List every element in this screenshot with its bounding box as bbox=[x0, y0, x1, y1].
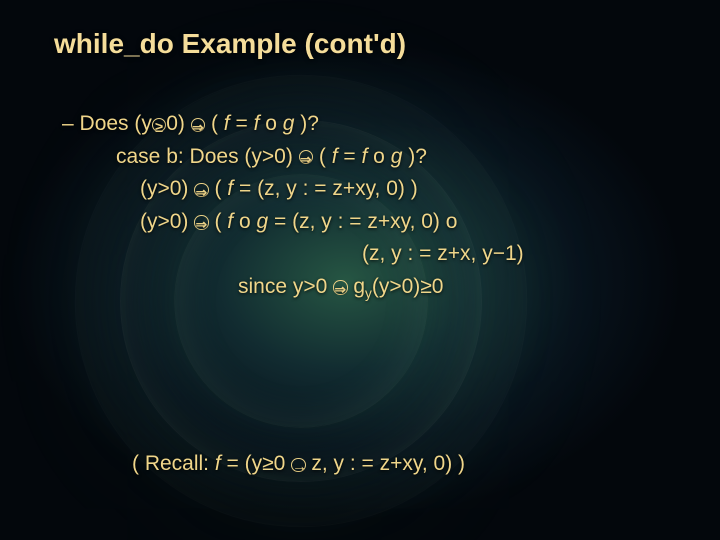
implies-circled-icon bbox=[191, 118, 205, 132]
text: = (z, y : = z+xy, 0) ) bbox=[233, 177, 418, 200]
line-3: (y>0) ( f = (z, y : = z+xy, 0) ) bbox=[62, 173, 682, 206]
slide-title: while_do Example (cont'd) bbox=[54, 28, 406, 60]
text: = bbox=[338, 145, 362, 168]
line-5: (z, y : = z+x, y−1) bbox=[62, 238, 682, 271]
ge-circled-icon bbox=[152, 118, 166, 132]
text: z, y : = z+xy, 0) ) bbox=[306, 452, 465, 475]
line-4: (y>0) ( f o g = (z, y : = z+xy, 0) o bbox=[62, 206, 682, 239]
text: o bbox=[233, 210, 256, 233]
text: (y>0) bbox=[140, 210, 194, 233]
text: = (z, y : = z+xy, 0) o bbox=[268, 210, 457, 233]
text: (y>0) bbox=[140, 177, 194, 200]
line-2: case b: Does (y>0) ( f = f o g )? bbox=[62, 141, 682, 174]
text: )? bbox=[402, 145, 427, 168]
text: = (y≥0 bbox=[221, 452, 291, 475]
var-g: g bbox=[283, 112, 295, 135]
line-1: – Does (y0) ( f = f o g )? bbox=[62, 108, 682, 141]
text: case b: bbox=[116, 145, 190, 168]
implies-circled-icon bbox=[194, 183, 208, 197]
implies-circled-icon bbox=[333, 280, 347, 294]
text: ( bbox=[209, 177, 228, 200]
text: ( Recall: bbox=[132, 452, 215, 475]
slide: while_do Example (cont'd) – Does (y 0) ( … bbox=[0, 0, 720, 540]
text: g bbox=[348, 275, 366, 298]
text: (z, y : = z+x, y−1) bbox=[362, 242, 524, 265]
text: ( bbox=[205, 112, 224, 135]
text: since y>0 bbox=[238, 275, 333, 298]
text: Does (y bbox=[80, 112, 152, 135]
var-g: g bbox=[257, 210, 269, 233]
implies-circled-icon bbox=[194, 215, 208, 229]
text: ( bbox=[209, 210, 228, 233]
text: ( bbox=[313, 145, 332, 168]
line-6: since y>0 gy(y>0)≥0 bbox=[62, 271, 682, 304]
implies-circled-icon bbox=[299, 150, 313, 164]
text: o bbox=[259, 112, 282, 135]
text: (y>0)≥0 bbox=[372, 275, 444, 298]
text: Does (y>0) bbox=[190, 145, 299, 168]
var-g: g bbox=[391, 145, 403, 168]
text: )? bbox=[294, 112, 319, 135]
text: = bbox=[230, 112, 254, 135]
slide-body: – Does (y0) ( f = f o g )? case b: Does … bbox=[62, 108, 682, 303]
bullet-dash: – bbox=[62, 112, 74, 135]
arrow-circled-icon bbox=[291, 458, 305, 472]
recall-line: ( Recall: f = (y≥0 z, y : = z+xy, 0) ) bbox=[132, 452, 465, 476]
subscript-y: y bbox=[365, 286, 372, 301]
text: o bbox=[367, 145, 390, 168]
text: 0) bbox=[166, 112, 191, 135]
